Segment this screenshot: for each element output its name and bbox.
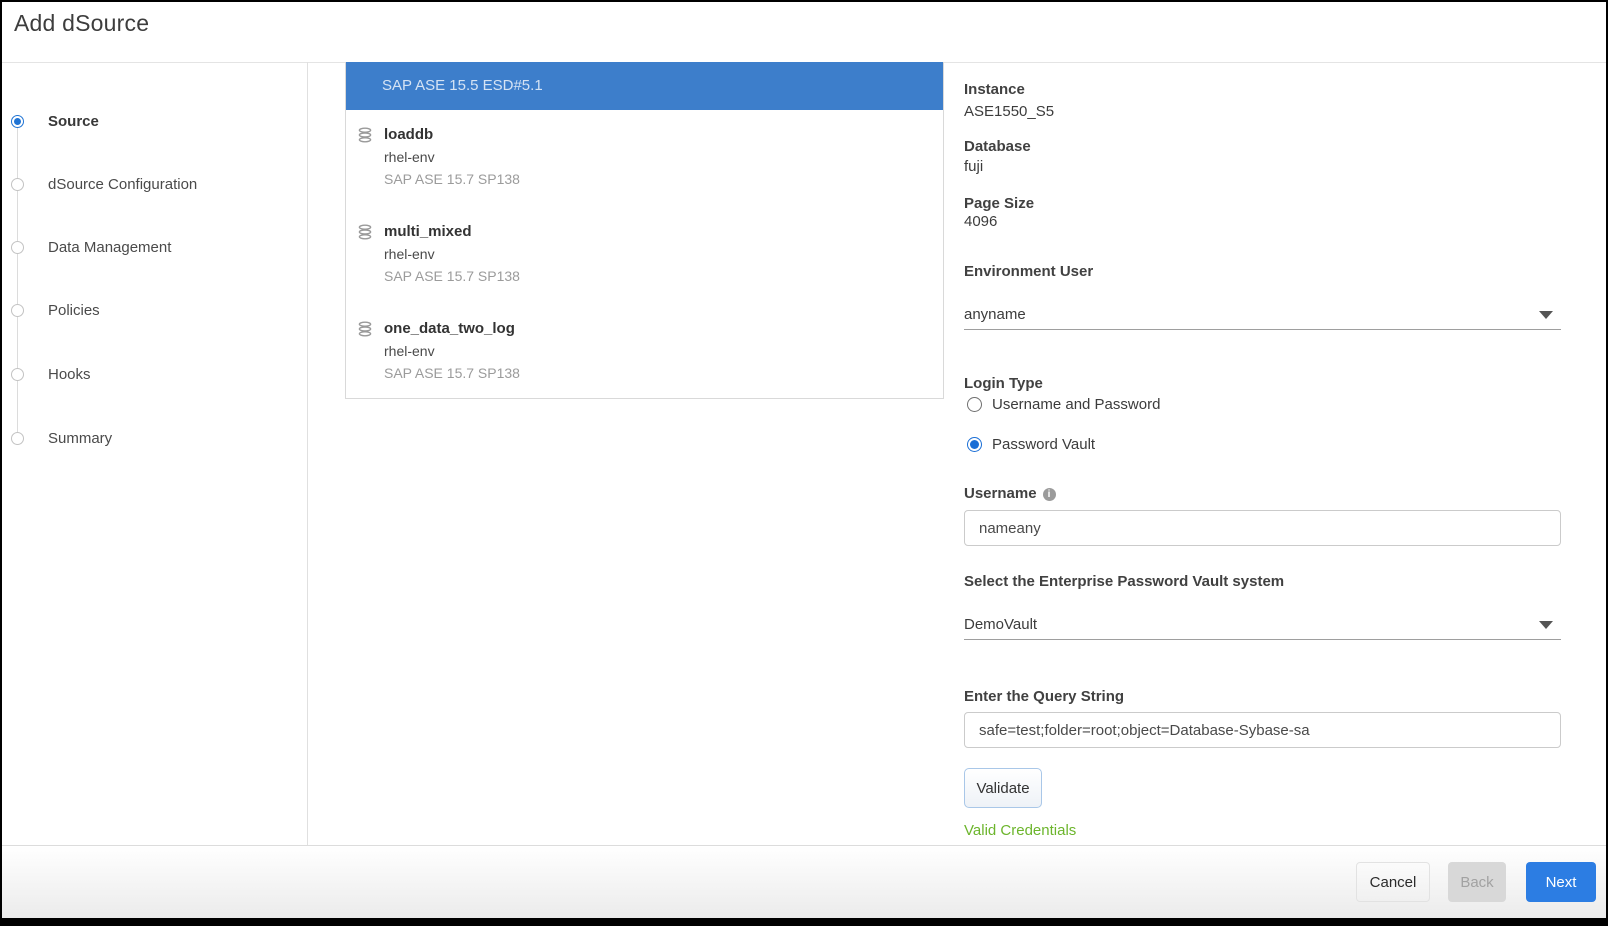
radio-label: Password Vault xyxy=(992,436,1095,453)
radio-username-password[interactable]: Username and Password xyxy=(967,395,1160,413)
next-button[interactable]: Next xyxy=(1526,862,1596,902)
environment-user-value: anyname xyxy=(964,306,1026,323)
database-name: one_data_two_log xyxy=(384,318,943,340)
environment-user-select[interactable]: anyname xyxy=(964,300,1561,330)
username-input[interactable] xyxy=(964,510,1561,546)
query-string-input[interactable] xyxy=(964,712,1561,748)
chevron-down-icon xyxy=(1539,621,1553,629)
source-list-panel: SAP ASE 15.5 ESD#5.1 loaddb rhel-env SAP… xyxy=(345,62,944,399)
step-label: Summary xyxy=(48,430,112,447)
database-label: Database xyxy=(964,138,1031,155)
list-item-one-data-two-log[interactable]: one_data_two_log rhel-env SAP ASE 15.7 S… xyxy=(346,304,943,401)
radio-label: Username and Password xyxy=(992,396,1160,413)
database-icon xyxy=(357,127,373,143)
step-data-management[interactable]: Data Management xyxy=(2,237,307,257)
vault-system-value: DemoVault xyxy=(964,616,1037,633)
page-title: Add dSource xyxy=(14,10,149,37)
credentials-status-text: Valid Credentials xyxy=(964,822,1076,839)
wizard-steps-sidebar: Source dSource Configuration Data Manage… xyxy=(2,62,308,845)
database-environment: rhel-env xyxy=(384,146,943,168)
step-hooks[interactable]: Hooks xyxy=(2,364,307,384)
step-source[interactable]: Source xyxy=(2,111,307,131)
radio-icon xyxy=(967,397,982,412)
step-radio-icon xyxy=(11,115,24,128)
step-label: Data Management xyxy=(48,239,171,256)
database-icon xyxy=(357,224,373,240)
environment-user-label: Environment User xyxy=(964,263,1093,280)
query-string-label: Enter the Query String xyxy=(964,688,1124,705)
vault-system-label: Select the Enterprise Password Vault sys… xyxy=(964,573,1284,590)
step-label: Hooks xyxy=(48,366,91,383)
database-version: SAP ASE 15.7 SP138 xyxy=(384,265,943,287)
add-dsource-dialog: Add dSource Source dSource Configuration… xyxy=(2,2,1606,918)
wizard-footer: Cancel Back Next xyxy=(2,845,1606,918)
page-size-label: Page Size xyxy=(964,195,1034,212)
database-version: SAP ASE 15.7 SP138 xyxy=(384,168,943,190)
step-radio-icon xyxy=(11,304,24,317)
info-icon[interactable]: i xyxy=(1043,488,1056,501)
source-detail-panel: Instance ASE1550_S5 Database fuji Page S… xyxy=(944,62,1606,845)
radio-password-vault[interactable]: Password Vault xyxy=(967,435,1095,453)
step-summary[interactable]: Summary xyxy=(2,428,307,448)
instance-value: ASE1550_S5 xyxy=(964,103,1054,120)
radio-icon xyxy=(967,437,982,452)
database-environment: rhel-env xyxy=(384,243,943,265)
step-label: Policies xyxy=(48,302,100,319)
database-name: multi_mixed xyxy=(384,221,943,243)
database-value: fuji xyxy=(964,158,983,175)
database-name: loaddb xyxy=(384,124,943,146)
step-connector-line xyxy=(17,124,18,436)
step-dsource-configuration[interactable]: dSource Configuration xyxy=(2,174,307,194)
selected-instance-row[interactable]: SAP ASE 15.5 ESD#5.1 xyxy=(346,62,943,110)
step-label: dSource Configuration xyxy=(48,176,197,193)
step-label: Source xyxy=(48,113,99,130)
instance-label: Instance xyxy=(964,81,1025,98)
database-environment: rhel-env xyxy=(384,340,943,362)
page-size-value: 4096 xyxy=(964,213,997,230)
step-radio-icon xyxy=(11,178,24,191)
username-label-text: Username xyxy=(964,485,1037,502)
username-label: Username i xyxy=(964,485,1056,502)
list-item-multi-mixed[interactable]: multi_mixed rhel-env SAP ASE 15.7 SP138 xyxy=(346,207,943,304)
login-type-label: Login Type xyxy=(964,375,1043,392)
vault-system-select[interactable]: DemoVault xyxy=(964,610,1561,640)
step-radio-icon xyxy=(11,432,24,445)
back-button: Back xyxy=(1448,862,1506,902)
step-radio-icon xyxy=(11,241,24,254)
chevron-down-icon xyxy=(1539,311,1553,319)
step-radio-icon xyxy=(11,368,24,381)
list-item-loaddb[interactable]: loaddb rhel-env SAP ASE 15.7 SP138 xyxy=(346,110,943,207)
validate-button[interactable]: Validate xyxy=(964,768,1042,808)
cancel-button[interactable]: Cancel xyxy=(1356,862,1430,902)
database-version: SAP ASE 15.7 SP138 xyxy=(384,362,943,384)
step-policies[interactable]: Policies xyxy=(2,300,307,320)
database-icon xyxy=(357,321,373,337)
